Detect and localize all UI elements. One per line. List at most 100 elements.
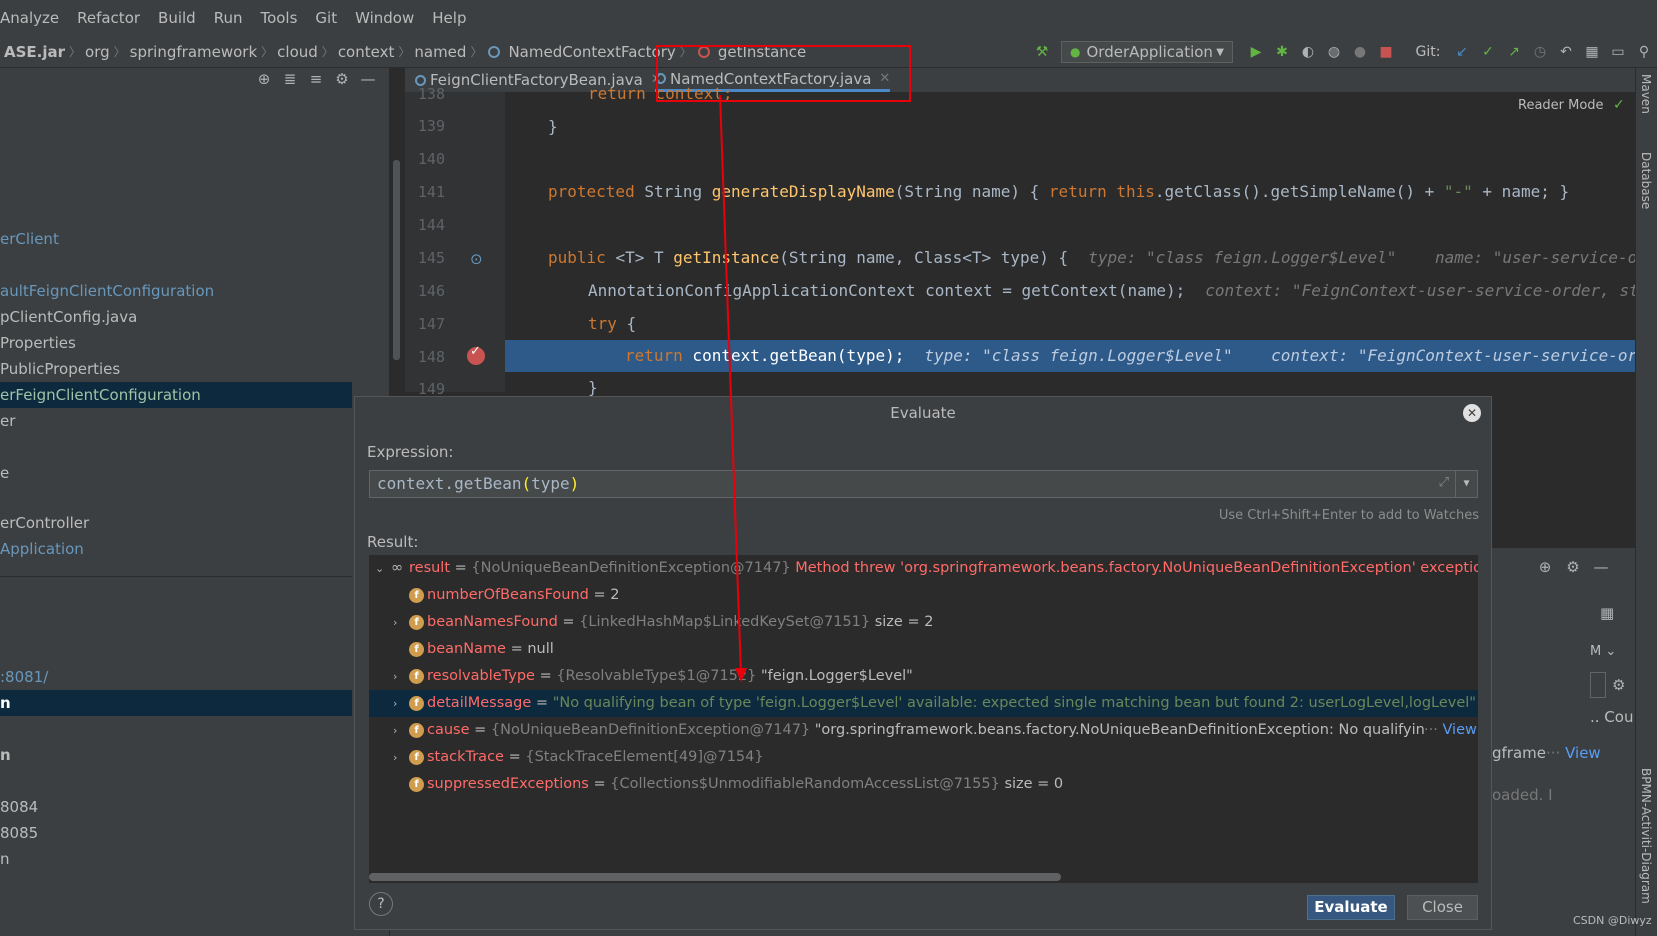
history-dropdown-icon[interactable]: ▼ xyxy=(1455,471,1477,497)
gear-icon[interactable]: ⚙ xyxy=(329,70,355,88)
chevron-right-icon[interactable]: › xyxy=(393,609,407,636)
service-item[interactable]: :8081/ xyxy=(0,664,352,690)
project-structure-icon[interactable]: ▦ xyxy=(1581,41,1603,63)
reader-mode-toggle[interactable]: Reader Mode xyxy=(1518,98,1604,113)
breadcrumb-springframework[interactable]: springframework xyxy=(126,43,261,61)
git-update-icon[interactable]: ↙ xyxy=(1451,41,1473,63)
debug-bug-icon[interactable]: ✱ xyxy=(1271,41,1293,63)
breakpoint-icon[interactable] xyxy=(467,344,485,365)
service-item[interactable]: 8084 xyxy=(0,794,352,820)
filter-search-icon[interactable] xyxy=(1590,672,1606,698)
close-button[interactable]: Close xyxy=(1407,895,1478,920)
rollback-icon[interactable]: ↶ xyxy=(1555,41,1577,63)
git-label: Git: xyxy=(1415,44,1441,60)
search-icon[interactable]: ⚲ xyxy=(1633,41,1655,63)
service-item[interactable]: 8085 xyxy=(0,820,352,846)
result-row[interactable]: › f stackTrace = {StackTraceElement[49]@… xyxy=(369,744,1478,771)
help-button[interactable]: ? xyxy=(369,892,393,916)
breadcrumb-named[interactable]: named xyxy=(410,43,470,61)
line-number: 140 xyxy=(417,150,445,168)
tree-item[interactable]: pClientConfig.java xyxy=(0,304,352,330)
line-number: 145 xyxy=(417,249,445,267)
line-number: 138 xyxy=(417,85,445,103)
result-row[interactable]: › f cause = {NoUniqueBeanDefinitionExcep… xyxy=(369,717,1478,744)
debug-toolbar: ⊕ ⚙ — xyxy=(1531,558,1615,576)
tree-item[interactable]: e xyxy=(0,460,352,486)
menu-help[interactable]: Help xyxy=(423,9,475,27)
menu-window[interactable]: Window xyxy=(346,9,423,27)
debug-watch-icon[interactable]: ⊙ xyxy=(470,250,483,268)
service-item[interactable]: n xyxy=(0,742,352,768)
result-row[interactable]: f numberOfBeansFound = 2 xyxy=(369,582,1478,609)
view-link[interactable]: View xyxy=(1442,722,1476,738)
menu-git[interactable]: Git xyxy=(306,9,346,27)
git-commit-icon[interactable]: ✓ xyxy=(1477,41,1499,63)
collapse-all-icon[interactable]: ≡ xyxy=(303,70,329,88)
chevron-right-icon[interactable]: › xyxy=(393,744,407,771)
expand-all-icon[interactable]: ≣ xyxy=(277,70,303,88)
breadcrumb-context[interactable]: context xyxy=(334,43,399,61)
crosshair-icon[interactable]: ⊕ xyxy=(1531,558,1559,576)
breadcrumb-cloud[interactable]: cloud xyxy=(273,43,322,61)
chevron-right-icon[interactable]: › xyxy=(393,663,407,690)
result-tree[interactable]: ⌄ ∞ result = {NoUniqueBeanDefinitionExce… xyxy=(369,555,1478,883)
menu-analyze[interactable]: Analyze xyxy=(0,9,68,27)
expand-icon[interactable]: ⤢ xyxy=(1439,475,1449,490)
breadcrumb-class[interactable]: NamedContextFactory xyxy=(504,43,679,61)
run-icon[interactable]: ▶ xyxy=(1245,41,1267,63)
git-push-icon[interactable]: ↗ xyxy=(1503,41,1525,63)
result-row[interactable]: ⌄ ∞ result = {NoUniqueBeanDefinitionExce… xyxy=(369,555,1478,582)
expression-input[interactable]: context.getBean(type) ⤢ ▼ xyxy=(369,470,1478,498)
gear-icon[interactable]: ⚙ xyxy=(1559,558,1587,576)
tree-item[interactable]: Application xyxy=(0,536,352,562)
breadcrumb-org[interactable]: org xyxy=(81,43,114,61)
field-icon: f xyxy=(409,777,424,792)
tree-item[interactable]: aultFeignClientConfiguration xyxy=(0,278,352,304)
build-hammer-icon[interactable]: ⚒ xyxy=(1031,41,1053,63)
project-scrollbar[interactable] xyxy=(393,160,400,360)
result-row[interactable]: f beanName = null xyxy=(369,636,1478,663)
result-row-selected[interactable]: › f detailMessage = "No qualifying bean … xyxy=(369,690,1478,717)
coverage-icon[interactable]: ◐ xyxy=(1297,41,1319,63)
chevron-down-icon[interactable]: ⌄ xyxy=(375,555,389,582)
locate-icon[interactable]: ⊕ xyxy=(251,70,277,88)
minimize-icon[interactable]: — xyxy=(1587,558,1615,576)
database-tool-button[interactable]: Database xyxy=(1639,152,1653,209)
menu-run[interactable]: Run xyxy=(205,9,252,27)
panel-divider xyxy=(0,576,352,577)
layout-icon[interactable]: ▦ xyxy=(1600,604,1614,622)
tree-item-selected[interactable]: erFeignClientConfiguration xyxy=(0,382,352,408)
gear-icon[interactable]: ⚙ xyxy=(1612,676,1625,694)
result-row[interactable]: › f resolvableType = {ResolvableType$1@7… xyxy=(369,663,1478,690)
annotation-highlight-box xyxy=(656,45,911,102)
run-configuration-select[interactable]: ● OrderApplication ▼ xyxy=(1061,41,1233,63)
minimize-icon[interactable]: — xyxy=(355,70,381,88)
expression-label: Expression: xyxy=(367,443,454,461)
result-row[interactable]: f suppressedExceptions = {Collections$Un… xyxy=(369,771,1478,798)
horizontal-scrollbar[interactable] xyxy=(369,873,1061,881)
attach-icon[interactable]: ● xyxy=(1349,41,1371,63)
chevron-right-icon[interactable]: › xyxy=(393,717,407,744)
tree-item[interactable]: er xyxy=(0,408,352,434)
maven-tool-button[interactable]: Maven xyxy=(1639,74,1653,114)
stop-icon[interactable]: ■ xyxy=(1375,41,1397,63)
chevron-right-icon[interactable]: › xyxy=(393,690,407,717)
field-icon: f xyxy=(409,588,424,603)
bpmn-tool-button[interactable]: BPMN-Activiti-Diagram xyxy=(1639,768,1653,904)
menu-tools[interactable]: Tools xyxy=(251,9,306,27)
history-icon[interactable]: ◷ xyxy=(1529,41,1551,63)
evaluate-button[interactable]: Evaluate xyxy=(1307,895,1395,920)
menu-refactor[interactable]: Refactor xyxy=(68,9,149,27)
service-item-selected[interactable]: n xyxy=(0,690,352,716)
close-icon[interactable]: ✕ xyxy=(1463,404,1481,422)
tree-item[interactable]: PublicProperties xyxy=(0,356,352,382)
breadcrumb-jar[interactable]: ASE.jar xyxy=(0,43,69,61)
profile-icon[interactable]: ◍ xyxy=(1323,41,1345,63)
tree-item[interactable]: erController xyxy=(0,510,352,536)
layout-icon[interactable]: ▭ xyxy=(1607,41,1629,63)
service-item[interactable]: n xyxy=(0,846,352,872)
menu-build[interactable]: Build xyxy=(149,9,205,27)
tree-item[interactable]: erClient xyxy=(0,226,352,252)
tree-item[interactable]: Properties xyxy=(0,330,352,356)
result-row[interactable]: › f beanNamesFound = {LinkedHashMap$Link… xyxy=(369,609,1478,636)
